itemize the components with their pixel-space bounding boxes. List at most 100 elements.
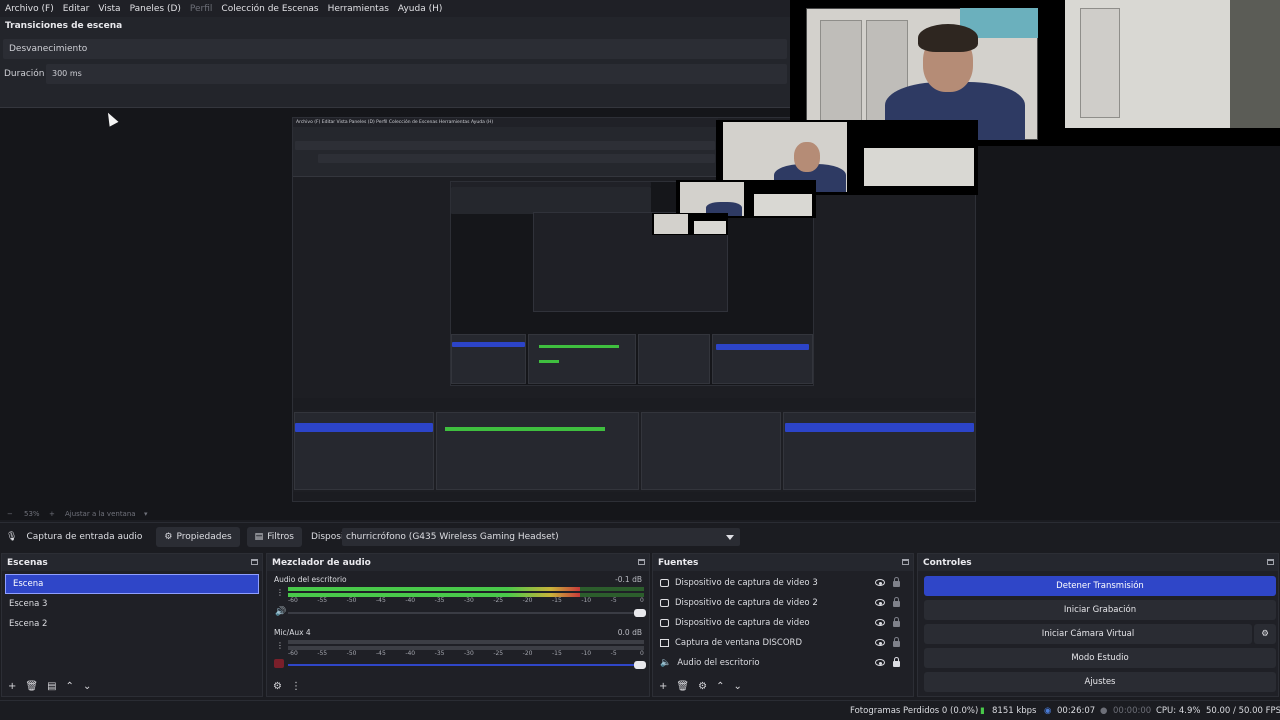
lock-icon[interactable]: [893, 597, 900, 607]
menu-archivo[interactable]: Archivo (F): [5, 4, 54, 14]
undock-icon[interactable]: [251, 559, 258, 565]
mixer-menu-icon[interactable]: ⋮: [291, 681, 301, 692]
undock-icon[interactable]: [1267, 559, 1274, 565]
source-name: Captura de ventana DISCORD: [675, 638, 803, 648]
visibility-icon[interactable]: [875, 599, 885, 606]
undock-icon[interactable]: [902, 559, 909, 565]
mixer-channel-name: Audio del escritorio: [274, 575, 347, 584]
gear-icon[interactable]: ⚙: [698, 681, 707, 692]
speaker-icon: 🔈: [660, 658, 672, 668]
meter-tick-label: -50: [346, 650, 357, 657]
scenes-header: Escenas: [2, 554, 262, 571]
channel-menu-icon[interactable]: ⋮: [276, 588, 284, 597]
mixer-channel-name: Mic/Aux 4: [274, 628, 311, 637]
source-name: Dispositivo de captura de video: [675, 618, 810, 628]
meter-tick-label: 0: [640, 650, 644, 657]
stream-icon: ◉: [1044, 706, 1052, 716]
active-source-name: Captura de entrada audio: [26, 531, 143, 542]
source-item[interactable]: Dispositivo de captura de video 3: [653, 573, 913, 593]
scenes-footer: + 🗑 ▤ ⌃ ⌄: [2, 676, 262, 696]
camera-icon: [660, 579, 669, 587]
source-item[interactable]: 🔈 Audio del escritorio: [653, 653, 913, 673]
meter-tick-label: -55: [317, 650, 328, 657]
move-down-icon[interactable]: ⌄: [733, 681, 741, 692]
zoom-dropdown-icon[interactable]: ▾: [144, 510, 148, 518]
muted-speaker-icon[interactable]: [274, 659, 284, 668]
fps: 50.00 / 50.00 FPS: [1206, 706, 1280, 716]
webcam-frame-level-3: [652, 213, 728, 235]
stop-streaming-button[interactable]: Detener Transmisión: [924, 576, 1276, 596]
volume-slider-knob[interactable]: [634, 661, 646, 669]
duration-input[interactable]: 300 ms: [46, 64, 787, 84]
scenes-title: Escenas: [7, 557, 48, 568]
volume-slider[interactable]: [288, 609, 646, 617]
mixer-channel-db: 0.0 dB: [617, 628, 642, 637]
lock-icon[interactable]: [893, 657, 900, 667]
meter-tick-label: -25: [493, 597, 504, 604]
source-item[interactable]: Dispositivo de captura de video 2: [653, 593, 913, 613]
lock-icon[interactable]: [893, 637, 900, 647]
lock-icon[interactable]: [893, 617, 900, 627]
gear-icon: ⚙: [1261, 629, 1269, 639]
zoom-in-button[interactable]: +: [49, 510, 55, 518]
channel-menu-icon[interactable]: ⋮: [276, 641, 284, 650]
start-virtual-camera-button[interactable]: Iniciar Cámara Virtual: [924, 624, 1252, 644]
source-name: Dispositivo de captura de video 3: [675, 578, 818, 588]
source-item[interactable]: Dispositivo de captura de video: [653, 613, 913, 633]
stream-time: 00:26:07: [1057, 706, 1096, 716]
window-icon: [660, 639, 669, 647]
scene-transitions-panel: Transiciones de escena Desvanecimiento D…: [0, 17, 790, 108]
source-item[interactable]: Captura de ventana DISCORD: [653, 633, 913, 653]
scene-item[interactable]: Escena 2: [2, 614, 262, 634]
menu-perfil[interactable]: Perfil: [190, 4, 213, 14]
volume-meter: [288, 640, 644, 644]
active-source: 🎙 Captura de entrada audio: [0, 523, 148, 551]
start-recording-button[interactable]: Iniciar Grabación: [924, 600, 1276, 620]
sources-title: Fuentes: [658, 557, 699, 568]
filters-button[interactable]: ▤ Filtros: [246, 526, 302, 547]
studio-mode-button[interactable]: Modo Estudio: [924, 648, 1276, 668]
speaker-icon[interactable]: 🔊: [275, 607, 286, 617]
menu-coleccion-escenas[interactable]: Colección de Escenas: [221, 4, 318, 14]
lock-icon[interactable]: [893, 577, 900, 587]
undock-icon[interactable]: [638, 559, 645, 565]
properties-button[interactable]: ⚙ Propiedades: [156, 526, 240, 547]
zoom-out-button[interactable]: −: [7, 510, 13, 518]
mixer-title: Mezclador de audio: [272, 557, 371, 568]
menu-ayuda[interactable]: Ayuda (H): [398, 4, 442, 14]
add-icon[interactable]: +: [8, 681, 16, 692]
visibility-icon[interactable]: [875, 659, 885, 666]
signal-icon: ▮: [980, 706, 985, 716]
transition-select[interactable]: Desvanecimiento: [3, 39, 787, 59]
scene-item[interactable]: Escena: [5, 574, 259, 594]
volume-meter-fill: [288, 587, 580, 591]
scene-item[interactable]: Escena 3: [2, 594, 262, 614]
virtual-camera-settings-button[interactable]: ⚙: [1254, 624, 1276, 644]
record-time: 00:00:00: [1113, 706, 1152, 716]
trash-icon[interactable]: 🗑: [676, 681, 689, 692]
menu-editar[interactable]: Editar: [63, 4, 90, 14]
menu-vista[interactable]: Vista: [98, 4, 120, 14]
filter-icon: ▤: [254, 531, 264, 542]
volume-slider-knob[interactable]: [634, 609, 646, 617]
controls-title: Controles: [923, 557, 972, 568]
camera-icon: [660, 599, 669, 607]
visibility-icon[interactable]: [875, 639, 885, 646]
visibility-icon[interactable]: [875, 579, 885, 586]
move-up-icon[interactable]: ⌃: [66, 681, 74, 692]
volume-slider[interactable]: [288, 661, 646, 669]
scene-transitions-title: Transiciones de escena: [5, 21, 123, 31]
filter-icon[interactable]: ▤: [47, 681, 56, 692]
mixer-footer: ⚙ ⋮: [267, 676, 649, 696]
add-icon[interactable]: +: [659, 681, 667, 692]
visibility-icon[interactable]: [875, 619, 885, 626]
fit-to-window[interactable]: Ajustar a la ventana: [65, 510, 136, 518]
menu-herramientas[interactable]: Herramientas: [328, 4, 389, 14]
advanced-audio-icon[interactable]: ⚙: [273, 681, 282, 692]
settings-button[interactable]: Ajustes: [924, 672, 1276, 692]
device-select[interactable]: churricrófono (G435 Wireless Gaming Head…: [342, 528, 740, 546]
menu-paneles[interactable]: Paneles (D): [130, 4, 181, 14]
move-up-icon[interactable]: ⌃: [716, 681, 724, 692]
move-down-icon[interactable]: ⌄: [83, 681, 91, 692]
trash-icon[interactable]: 🗑: [25, 681, 38, 692]
